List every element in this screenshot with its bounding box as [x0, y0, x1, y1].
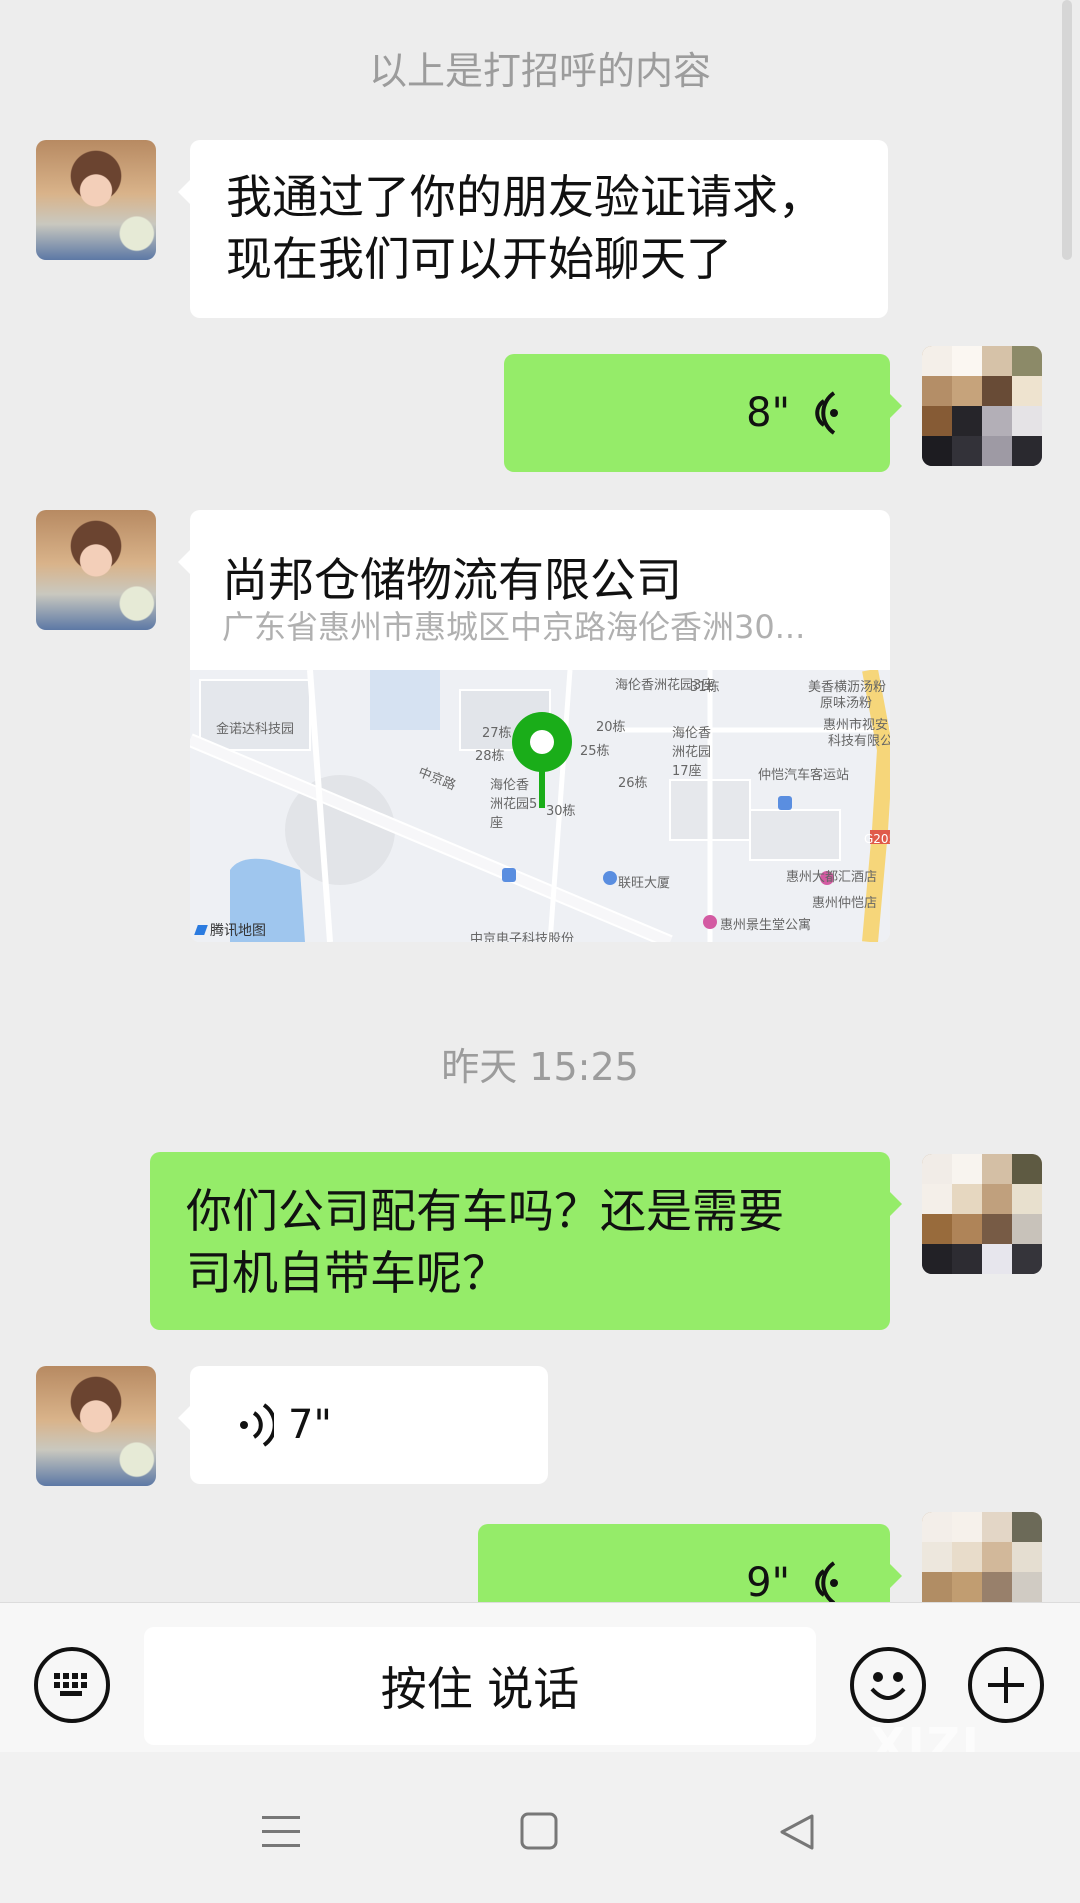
keyboard-icon — [54, 1673, 87, 1696]
map-label: 科技有限公 — [828, 734, 890, 749]
map-label: 惠州仲恺店 — [812, 896, 878, 911]
voice-wave-icon — [815, 391, 838, 435]
chat-timestamp: 昨天 15:25 — [441, 1045, 639, 1089]
map-label: 中京电子科技股份 — [470, 932, 575, 942]
location-address: 广东省惠州市惠城区中京路海伦香洲30... — [222, 608, 806, 646]
map-provider-logo: 腾讯地图 — [194, 920, 266, 940]
map-label: G205 — [864, 832, 890, 846]
my-avatar[interactable] — [922, 1512, 1042, 1602]
menu-icon[interactable] — [262, 1814, 302, 1850]
message-text-line: 你们公司配有车吗？还是需要 — [186, 1184, 784, 1238]
map-label: 25栋 — [580, 744, 610, 759]
greeting-notice: 以上是打招呼的内容 — [368, 49, 711, 93]
message-text-line: 司机自带车呢？ — [186, 1246, 508, 1300]
map-provider-label: 腾讯地图 — [210, 923, 266, 939]
map-graphic — [190, 670, 890, 942]
voice-wave-icon — [240, 1403, 274, 1447]
map-label: 26栋 — [618, 776, 648, 791]
map-label: 海伦香洲花园17座 — [672, 726, 712, 779]
voice-wave-icon — [815, 1561, 838, 1602]
contact-avatar[interactable] — [36, 1366, 156, 1486]
map-label: 原味汤粉 — [820, 696, 873, 711]
message-bubble-sent[interactable]: 你们公司配有车吗？还是需要 司机自带车呢？ — [150, 1152, 902, 1330]
back-icon[interactable] — [778, 1812, 818, 1852]
more-options-button[interactable] — [968, 1647, 1044, 1723]
map-label: 惠州景生堂公寓 — [720, 918, 812, 933]
voice-message-sent[interactable]: 9" — [478, 1524, 902, 1602]
keyboard-toggle-button[interactable] — [34, 1647, 110, 1723]
map-preview[interactable]: 金诺达科技园 中京路 27栋 28栋 20栋 25栋 26栋 30栋 海伦香洲花… — [190, 670, 890, 942]
contact-avatar[interactable] — [36, 140, 156, 260]
voice-duration: 9" — [746, 1560, 790, 1602]
map-label: 20栋 — [596, 720, 626, 735]
map-label: 金诺达科技园 — [216, 722, 295, 737]
contact-avatar[interactable] — [36, 510, 156, 630]
plus-icon — [988, 1667, 1024, 1703]
map-label: 28栋 — [475, 749, 505, 764]
location-title: 尚邦仓储物流有限公司 — [222, 553, 682, 607]
voice-duration: 7" — [288, 1402, 332, 1448]
scrollbar[interactable] — [1062, 0, 1072, 260]
emoji-button[interactable] — [850, 1647, 926, 1723]
message-text-line: 我通过了你的朋友验证请求， — [226, 170, 824, 224]
map-label: 海伦香洲花园5座 — [490, 778, 538, 831]
map-label: 仲恺汽车客运站 — [758, 768, 850, 783]
map-label: 27栋 — [482, 726, 512, 741]
hold-to-talk-button[interactable]: 按住 说话 — [144, 1627, 816, 1745]
map-label: 惠州大都汇酒店 — [786, 870, 878, 885]
voice-duration: 8" — [746, 390, 790, 436]
my-avatar[interactable] — [922, 1154, 1042, 1274]
map-label: 海伦香洲花园3座 — [615, 678, 715, 693]
message-bubble-received[interactable]: 我通过了你的朋友验证请求， 现在我们可以开始聊天了 — [178, 140, 888, 318]
map-label: 30栋 — [546, 804, 576, 819]
voice-message-sent[interactable]: 8" — [504, 354, 902, 472]
map-label: 联旺大厦 — [618, 876, 671, 891]
system-nav-bar — [0, 1752, 1080, 1903]
voice-message-received[interactable]: 7" — [178, 1366, 548, 1484]
chat-area[interactable]: 以上是打招呼的内容 我通过了你的朋友验证请求， 现在我们可以开始聊天了 8" 尚… — [0, 0, 1080, 1602]
location-card[interactable]: 尚邦仓储物流有限公司 广东省惠州市惠城区中京路海伦香洲30... 金诺达科技园 … — [178, 510, 890, 942]
home-icon[interactable] — [520, 1812, 560, 1852]
message-text-line: 现在我们可以开始聊天了 — [226, 232, 732, 286]
smiley-icon — [870, 1672, 906, 1700]
my-avatar[interactable] — [922, 346, 1042, 466]
